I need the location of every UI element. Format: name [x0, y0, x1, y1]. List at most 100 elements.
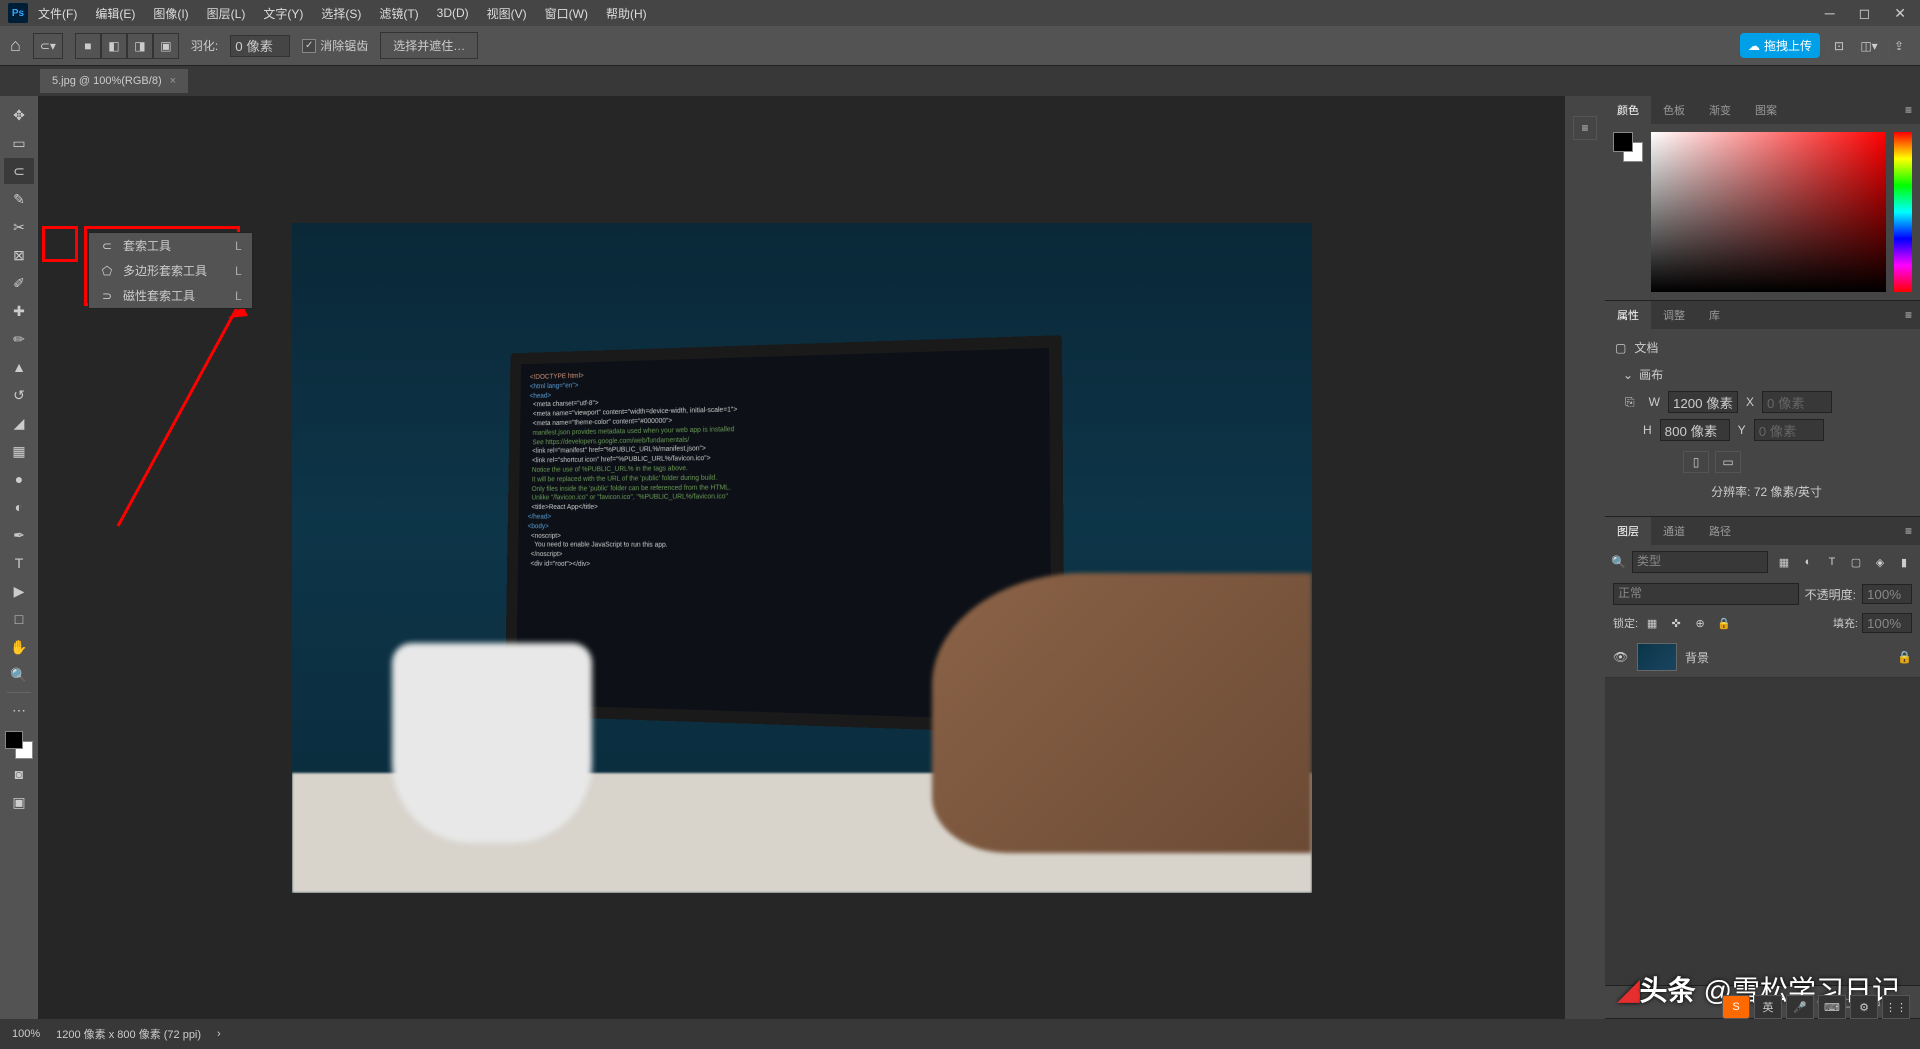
properties-tab[interactable]: 属性: [1605, 301, 1651, 329]
swatches-tab[interactable]: 色板: [1651, 96, 1697, 124]
menu-image[interactable]: 图像(I): [145, 1, 196, 26]
ime-sogou-icon[interactable]: S: [1722, 995, 1750, 1019]
layer-thumbnail[interactable]: [1637, 643, 1677, 671]
color-swatch[interactable]: [1613, 132, 1643, 162]
channels-tab[interactable]: 通道: [1651, 517, 1697, 545]
color-tab[interactable]: 颜色: [1605, 96, 1651, 124]
edit-toolbar[interactable]: ⋯: [4, 697, 34, 723]
antialias-checkbox[interactable]: 消除锯齿: [302, 37, 368, 54]
ime-voice-icon[interactable]: 🎤: [1786, 995, 1814, 1019]
selection-intersect[interactable]: ▣: [153, 33, 179, 59]
menu-file[interactable]: 文件(F): [30, 1, 85, 26]
close-button[interactable]: ✕: [1888, 3, 1912, 24]
zoom-level[interactable]: 100%: [12, 1028, 40, 1040]
type-tool[interactable]: T: [4, 550, 34, 576]
frame-tool[interactable]: ⊠: [4, 242, 34, 268]
canvas-area[interactable]: <!DOCTYPE html> <html lang="en"> <head> …: [38, 96, 1565, 1019]
patterns-tab[interactable]: 图案: [1743, 96, 1789, 124]
select-and-mask-button[interactable]: 选择并遮住…: [380, 32, 478, 59]
menu-type[interactable]: 文字(Y): [255, 1, 311, 26]
quick-selection-tool[interactable]: ✎: [4, 186, 34, 212]
home-button[interactable]: ⌂: [10, 35, 21, 56]
minimize-button[interactable]: ─: [1819, 3, 1841, 24]
maximize-button[interactable]: ◻: [1853, 3, 1877, 24]
lock-icon[interactable]: 🔒: [1897, 650, 1912, 664]
gradients-tab[interactable]: 渐变: [1697, 96, 1743, 124]
canvas-section-toggle[interactable]: ⌄ 画布: [1623, 366, 1910, 383]
panel-menu-icon[interactable]: ≡: [1897, 103, 1920, 117]
document-dimensions[interactable]: 1200 像素 x 800 像素 (72 ppi): [56, 1026, 201, 1042]
menu-3d[interactable]: 3D(D): [429, 2, 477, 24]
libraries-tab[interactable]: 库: [1697, 301, 1732, 329]
filter-smart-icon[interactable]: ◈: [1870, 552, 1890, 572]
opacity-input[interactable]: [1862, 584, 1912, 604]
quick-mask-mode[interactable]: ◙: [4, 761, 34, 787]
hue-slider[interactable]: [1894, 132, 1912, 292]
feather-input[interactable]: [230, 35, 290, 57]
pen-tool[interactable]: ✒: [4, 522, 34, 548]
lock-pixels-icon[interactable]: ▦: [1642, 613, 1662, 633]
panel-menu-icon[interactable]: ≡: [1897, 524, 1920, 538]
menu-select[interactable]: 选择(S): [313, 1, 369, 26]
document-tab[interactable]: 5.jpg @ 100%(RGB/8) ×: [40, 69, 188, 93]
height-input[interactable]: [1660, 419, 1730, 441]
layers-tab[interactable]: 图层: [1605, 517, 1651, 545]
eraser-tool[interactable]: ◢: [4, 410, 34, 436]
collapsed-panel-icon[interactable]: ≡: [1573, 116, 1597, 140]
filter-shape-icon[interactable]: ▢: [1846, 552, 1866, 572]
menu-help[interactable]: 帮助(H): [598, 1, 655, 26]
orientation-portrait[interactable]: ▯: [1683, 451, 1709, 473]
color-picker-field[interactable]: [1651, 132, 1886, 292]
brush-tool[interactable]: ✏: [4, 326, 34, 352]
document-canvas[interactable]: <!DOCTYPE html> <html lang="en"> <head> …: [292, 223, 1312, 893]
menu-view[interactable]: 视图(V): [479, 1, 535, 26]
visibility-toggle-icon[interactable]: 👁: [1613, 650, 1629, 664]
marquee-tool[interactable]: ▭: [4, 130, 34, 156]
tab-close-icon[interactable]: ×: [170, 75, 176, 87]
menu-edit[interactable]: 编辑(E): [87, 1, 143, 26]
hand-tool[interactable]: ✋: [4, 634, 34, 660]
paths-tab[interactable]: 路径: [1697, 517, 1743, 545]
ctx-polygonal-lasso[interactable]: ⬠ 多边形套索工具 L: [89, 258, 252, 283]
status-chevron-icon[interactable]: ›: [217, 1028, 221, 1040]
filter-pixel-icon[interactable]: ▦: [1774, 552, 1794, 572]
lasso-tool[interactable]: ⊂: [4, 158, 34, 184]
gradient-tool[interactable]: ▦: [4, 438, 34, 464]
foreground-background-swatch[interactable]: [5, 731, 33, 759]
arrange-documents-button[interactable]: ◫▾: [1858, 35, 1880, 57]
path-selection-tool[interactable]: ▶: [4, 578, 34, 604]
filter-adjustment-icon[interactable]: ◐: [1798, 552, 1818, 572]
ctx-magnetic-lasso[interactable]: ⊃ 磁性套索工具 L: [89, 283, 252, 308]
foreground-color[interactable]: [5, 731, 23, 749]
rectangle-tool[interactable]: □: [4, 606, 34, 632]
ime-more-icon[interactable]: ⋮⋮: [1882, 995, 1910, 1019]
filter-type-icon[interactable]: T: [1822, 552, 1842, 572]
link-icon[interactable]: ⎘: [1625, 395, 1635, 410]
selection-subtract[interactable]: ◨: [127, 33, 153, 59]
ctx-lasso[interactable]: ⊂ 套索工具 L: [89, 233, 252, 258]
history-brush-tool[interactable]: ↺: [4, 382, 34, 408]
layer-item[interactable]: 👁 背景 🔒: [1605, 637, 1920, 678]
move-tool[interactable]: ✥: [4, 102, 34, 128]
ime-language[interactable]: 英: [1754, 995, 1782, 1019]
zoom-tool[interactable]: 🔍: [4, 662, 34, 688]
selection-new[interactable]: ■: [75, 33, 101, 59]
panel-menu-icon[interactable]: ≡: [1897, 308, 1920, 322]
width-input[interactable]: [1668, 391, 1738, 413]
clone-stamp-tool[interactable]: ▲: [4, 354, 34, 380]
search-icon-button[interactable]: ⊡: [1828, 35, 1850, 57]
lock-all-icon[interactable]: 🔒: [1714, 613, 1734, 633]
healing-brush-tool[interactable]: ✚: [4, 298, 34, 324]
filter-toggle-icon[interactable]: ▮: [1894, 552, 1914, 572]
eyedropper-tool[interactable]: ✐: [4, 270, 34, 296]
menu-window[interactable]: 窗口(W): [537, 1, 596, 26]
selection-add[interactable]: ◧: [101, 33, 127, 59]
cloud-upload-button[interactable]: ☁ 拖拽上传: [1740, 33, 1820, 58]
lock-position-icon[interactable]: ✜: [1666, 613, 1686, 633]
layer-filter-select[interactable]: 类型: [1632, 551, 1768, 573]
share-icon-button[interactable]: ⇪: [1888, 35, 1910, 57]
fill-input[interactable]: [1862, 613, 1912, 633]
menu-layer[interactable]: 图层(L): [199, 1, 254, 26]
blur-tool[interactable]: ●: [4, 466, 34, 492]
orientation-landscape[interactable]: ▭: [1715, 451, 1741, 473]
